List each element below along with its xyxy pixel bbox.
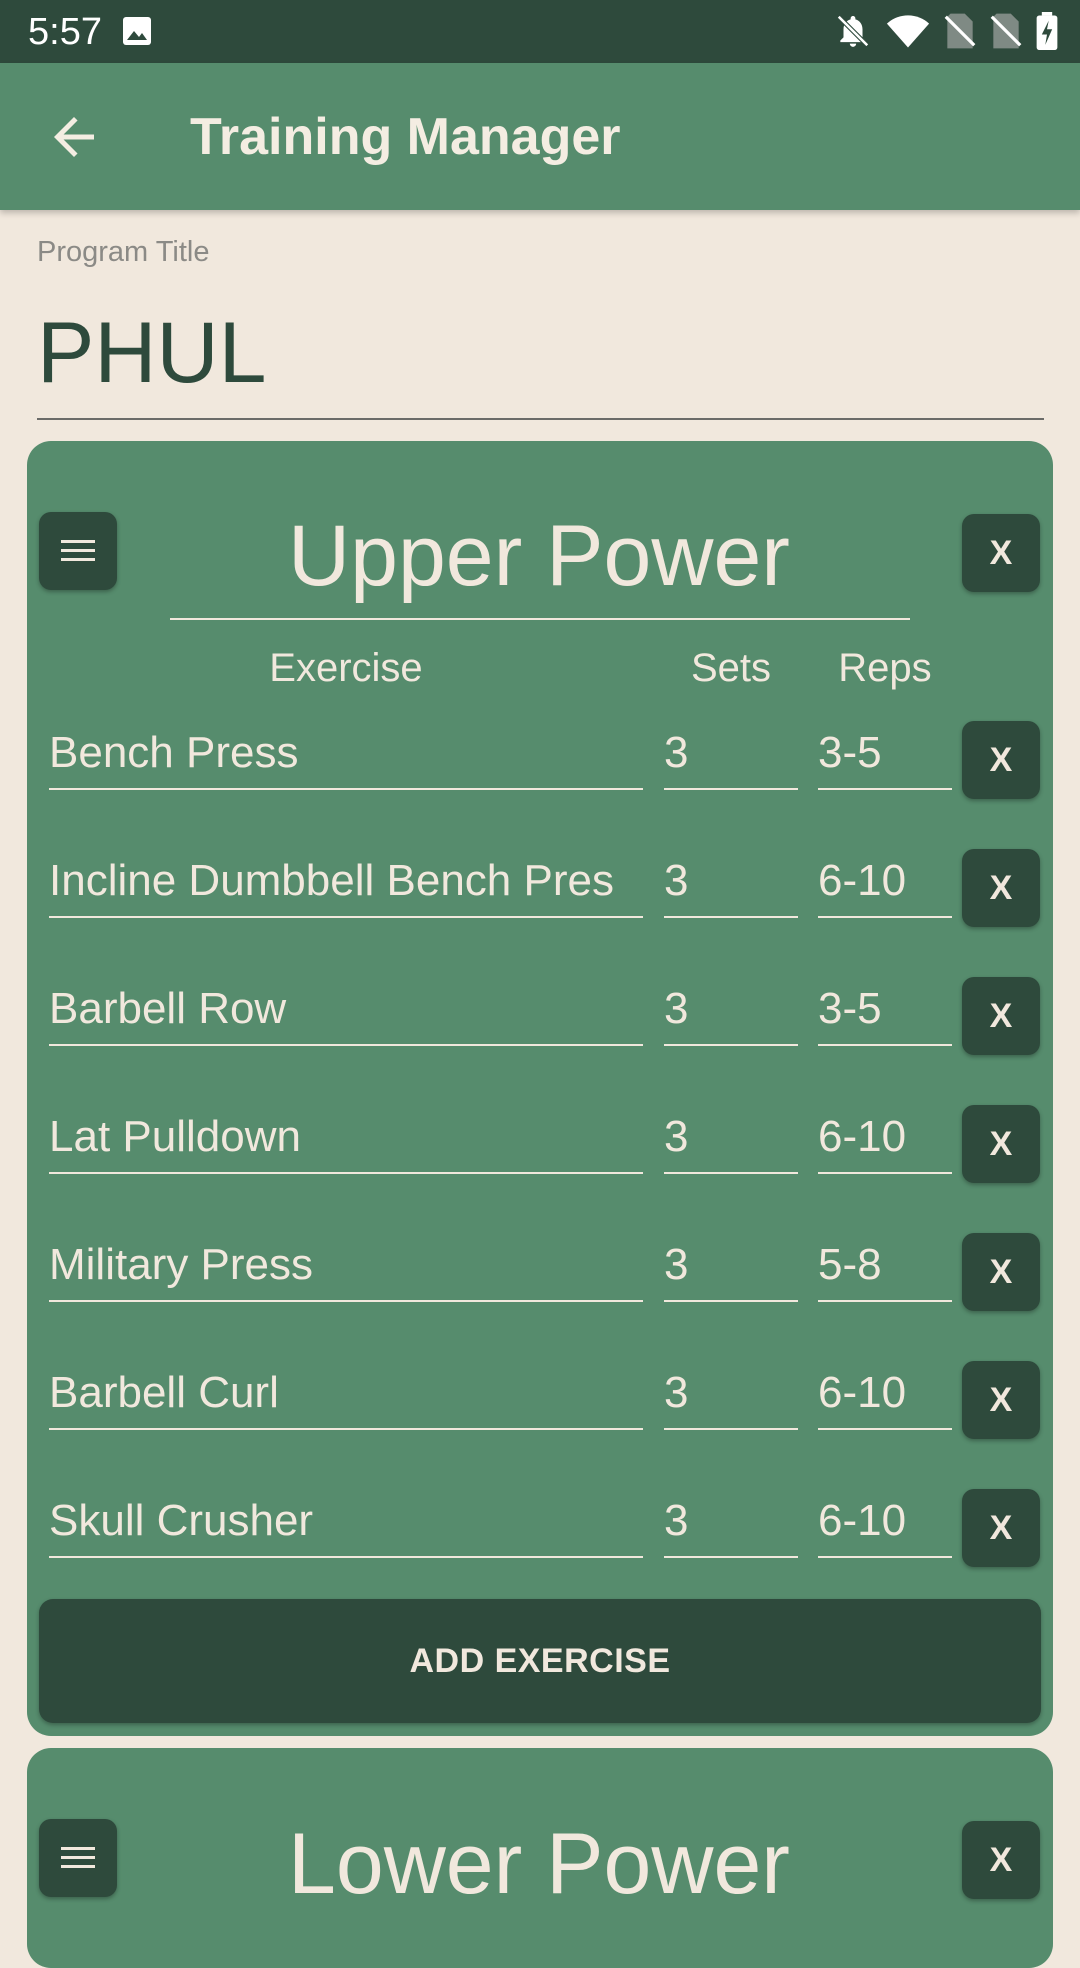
app-title: Training Manager: [190, 108, 621, 166]
column-header-sets: Sets: [690, 646, 772, 690]
exercise-sets-input[interactable]: 3: [664, 1365, 798, 1430]
notifications-off-icon: [837, 15, 869, 47]
day-title-underline: [170, 618, 910, 620]
gallery-icon: [123, 17, 151, 45]
exercise-sets-input[interactable]: 3: [664, 725, 798, 790]
drag-handle-icon: [61, 1847, 95, 1850]
exercise-reps-input[interactable]: 5-8: [818, 1237, 952, 1302]
exercise-name-input[interactable]: Bench Press: [49, 725, 643, 790]
remove-day-button[interactable]: X: [962, 1821, 1040, 1899]
exercise-name-input[interactable]: Lat Pulldown: [49, 1109, 643, 1174]
day-card-lower-power: Lower Power X: [27, 1748, 1053, 1968]
exercise-name-input[interactable]: Barbell Row: [49, 981, 643, 1046]
wifi-icon: [886, 15, 930, 48]
exercise-reps-input[interactable]: 6-10: [818, 1365, 952, 1430]
remove-exercise-button[interactable]: X: [962, 977, 1040, 1055]
exercise-sets-input[interactable]: 3: [664, 1493, 798, 1558]
battery-charging-icon: [1036, 12, 1058, 50]
program-title-label: Program Title: [37, 236, 210, 268]
remove-exercise-button[interactable]: X: [962, 849, 1040, 927]
exercise-name-input[interactable]: Skull Crusher: [49, 1493, 643, 1558]
drag-handle-button[interactable]: [39, 512, 117, 590]
program-title-input[interactable]: PHUL: [37, 305, 266, 401]
status-time: 5:57: [28, 11, 102, 53]
no-sim-icon: [990, 13, 1022, 49]
program-title-underline: [37, 418, 1044, 420]
no-sim-icon: [944, 13, 976, 49]
remove-exercise-button[interactable]: X: [962, 1105, 1040, 1183]
exercise-name-input[interactable]: Barbell Curl: [49, 1365, 643, 1430]
remove-day-button[interactable]: X: [962, 514, 1040, 592]
day-title-input[interactable]: Lower Power: [169, 1816, 909, 1912]
drag-handle-icon: [61, 540, 95, 543]
app-bar: Training Manager: [0, 63, 1080, 210]
exercise-reps-input[interactable]: 6-10: [818, 1493, 952, 1558]
remove-exercise-button[interactable]: X: [962, 721, 1040, 799]
add-exercise-button[interactable]: ADD EXERCISE: [39, 1599, 1041, 1723]
remove-exercise-button[interactable]: X: [962, 1489, 1040, 1567]
exercise-sets-input[interactable]: 3: [664, 981, 798, 1046]
status-bar: 5:57: [0, 0, 1080, 63]
drag-handle-button[interactable]: [39, 1819, 117, 1897]
column-header-exercise: Exercise: [269, 646, 423, 690]
day-title-input[interactable]: Upper Power: [169, 508, 909, 604]
exercise-sets-input[interactable]: 3: [664, 1237, 798, 1302]
exercise-name-input[interactable]: Incline Dumbbell Bench Pres: [49, 853, 643, 918]
column-header-reps: Reps: [838, 646, 932, 690]
exercise-reps-input[interactable]: 6-10: [818, 1109, 952, 1174]
exercise-name-input[interactable]: Military Press: [49, 1237, 643, 1302]
exercise-reps-input[interactable]: 3-5: [818, 725, 952, 790]
day-card-upper-power: Upper Power X Exercise Sets Reps Bench P…: [27, 441, 1053, 1736]
exercise-reps-input[interactable]: 3-5: [818, 981, 952, 1046]
remove-exercise-button[interactable]: X: [962, 1361, 1040, 1439]
back-arrow-icon[interactable]: [44, 107, 104, 167]
exercise-reps-input[interactable]: 6-10: [818, 853, 952, 918]
remove-exercise-button[interactable]: X: [962, 1233, 1040, 1311]
exercise-sets-input[interactable]: 3: [664, 1109, 798, 1174]
exercise-sets-input[interactable]: 3: [664, 853, 798, 918]
